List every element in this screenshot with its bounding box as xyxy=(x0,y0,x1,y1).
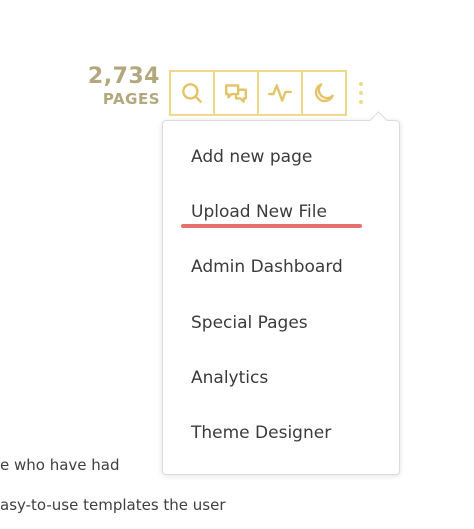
theme-toggle-button[interactable] xyxy=(301,70,347,116)
moon-icon xyxy=(314,83,334,103)
menu-item-analytics[interactable]: Analytics xyxy=(191,368,268,388)
activity-icon xyxy=(267,84,293,102)
menu-item-special-pages[interactable]: Special Pages xyxy=(191,313,308,333)
search-button[interactable] xyxy=(169,70,215,116)
discussion-icon xyxy=(225,84,247,103)
menu-item-theme-designer[interactable]: Theme Designer xyxy=(191,423,331,443)
highlight-underline xyxy=(181,224,362,228)
more-options-button[interactable] xyxy=(351,70,371,116)
article-text-line: e who have had xyxy=(0,456,120,474)
menu-item-admin-dashboard[interactable]: Admin Dashboard xyxy=(191,257,343,277)
menu-item-upload-new-file[interactable]: Upload New File xyxy=(191,202,327,222)
activity-button[interactable] xyxy=(257,70,303,116)
search-icon xyxy=(182,83,202,103)
more-vertical-icon xyxy=(359,82,363,86)
article-text-line: asy-to-use templates the user xyxy=(0,496,226,514)
page-count-label: PAGES xyxy=(102,90,160,108)
page-count: 2,734 PAGES xyxy=(88,66,160,107)
page-count-number: 2,734 xyxy=(87,64,160,89)
discussions-button[interactable] xyxy=(213,70,259,116)
more-options-dropdown: Add new page Upload New File Admin Dashb… xyxy=(162,120,400,475)
wiki-toolbar xyxy=(169,70,371,116)
menu-item-add-new-page[interactable]: Add new page xyxy=(191,147,312,167)
